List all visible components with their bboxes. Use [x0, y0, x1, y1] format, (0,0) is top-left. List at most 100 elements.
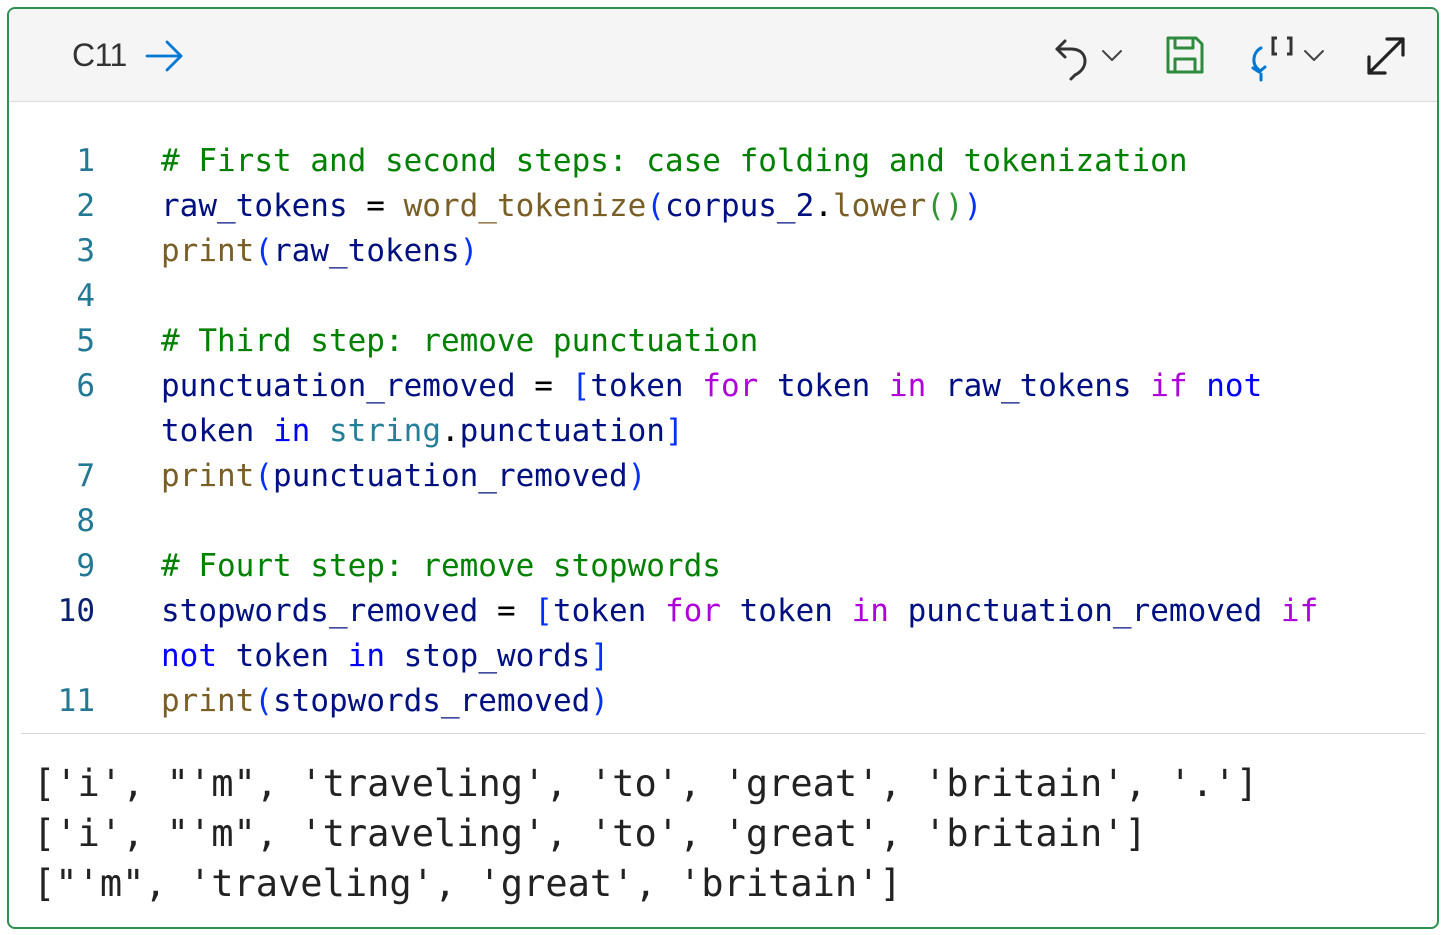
code-token: raw_tokens [273, 233, 460, 269]
code-line[interactable]: 5 # Third step: remove punctuation [9, 319, 1437, 364]
code-line[interactable]: 3 print(raw_tokens) [9, 229, 1437, 274]
cell-output: ['i', "'m", 'traveling', 'to', 'great', … [33, 759, 1258, 909]
line-number: 7 [76, 458, 95, 494]
code-token: raw_tokens [944, 368, 1132, 404]
code-text: print(punctuation_removed) [161, 454, 646, 499]
code-text: stopwords_removed = [token for token in … [161, 589, 1318, 634]
code-text: # First and second steps: case folding a… [161, 139, 1188, 184]
line-number: 6 [76, 368, 95, 404]
line-number: 9 [76, 548, 95, 584]
code-line[interactable]: 4 [9, 274, 1437, 319]
expand-icon[interactable] [1365, 35, 1407, 82]
code-token: # Fourt step: remove stopwords [161, 548, 721, 584]
line-number: 10 [57, 593, 95, 629]
code-token: lower [832, 188, 927, 224]
code-text: print(raw_tokens) [161, 229, 478, 274]
code-token: token [552, 593, 647, 629]
code-token: . [440, 413, 460, 449]
code-token: ] [590, 638, 609, 674]
code-token: ( [254, 683, 273, 719]
cell-header: C11 [9, 9, 1437, 102]
line-number: 1 [76, 143, 95, 179]
code-token: for [664, 593, 721, 629]
code-token: () [926, 188, 964, 224]
code-token: in [273, 413, 311, 449]
code-token: punctuation_removed [161, 368, 516, 404]
code-token: ] [664, 413, 684, 449]
line-number: 8 [76, 503, 95, 539]
save-icon[interactable] [1165, 35, 1205, 80]
code-token: punctuation [459, 413, 665, 449]
code-token: = [478, 593, 535, 629]
line-number: 4 [76, 278, 95, 314]
code-token: ) [590, 683, 609, 719]
undo-icon[interactable] [1051, 35, 1091, 88]
code-token: [ [571, 368, 591, 404]
code-line[interactable]: not token in stop_words] [9, 634, 1437, 679]
code-token: punctuation_removed [907, 593, 1263, 629]
code-token: punctuation_removed [273, 458, 628, 494]
code-token: in [851, 593, 889, 629]
code-line[interactable]: 10 stopwords_removed = [token for token i… [9, 589, 1437, 634]
code-token: ( [254, 233, 273, 269]
line-number: 11 [57, 683, 95, 719]
run-arrow-icon[interactable] [145, 39, 185, 78]
code-token: token [739, 593, 833, 629]
code-token: = [515, 368, 572, 404]
chevron-down-icon[interactable] [1303, 49, 1325, 68]
output-line: ['i', "'m", 'traveling', 'to', 'great', … [33, 762, 1259, 805]
code-line[interactable]: 8 [9, 499, 1437, 544]
code-token: token [235, 638, 329, 674]
code-line[interactable]: 6 punctuation_removed = [token for token … [9, 364, 1437, 409]
code-line[interactable]: 11 print(stopwords_removed) [9, 679, 1437, 724]
code-token: # Third step: remove punctuation [161, 323, 759, 359]
code-token: if [1280, 593, 1319, 629]
code-text: not token in stop_words] [161, 634, 609, 679]
code-token: stopwords_removed [273, 683, 591, 719]
code-line[interactable]: 2 raw_tokens = word_tokenize(corpus_2.low… [9, 184, 1437, 229]
code-line[interactable]: token in string.punctuation] [9, 409, 1437, 454]
chevron-down-icon[interactable] [1101, 49, 1123, 68]
output-line: ["'m", 'traveling', 'great', 'britain'] [33, 862, 902, 905]
code-token: corpus_2 [664, 188, 815, 224]
code-token: token [590, 368, 684, 404]
code-line[interactable]: 7 print(punctuation_removed) [9, 454, 1437, 499]
code-token: string [329, 413, 441, 449]
code-text: raw_tokens = word_tokenize(corpus_2.lowe… [161, 184, 982, 229]
code-token: for [702, 368, 759, 404]
code-token: raw_tokens [161, 188, 348, 224]
code-token: # First and second steps: case folding a… [161, 143, 1188, 179]
code-token: ) [459, 233, 479, 269]
code-line[interactable]: 9 # Fourt step: remove stopwords [9, 544, 1437, 589]
output-line: ['i', "'m", 'traveling', 'to', 'great', … [33, 812, 1147, 855]
code-token: in [888, 368, 927, 404]
reference-icon[interactable] [1247, 34, 1297, 87]
code-text: token in string.punctuation] [161, 409, 684, 454]
code-line[interactable]: 1 # First and second steps: case folding … [9, 139, 1437, 184]
code-token: ( [254, 458, 273, 494]
code-token: ) [963, 188, 983, 224]
code-token: [ [534, 593, 553, 629]
line-number: 3 [76, 233, 95, 269]
code-token: in [347, 638, 385, 674]
code-cell[interactable]: C11 1 # First and second steps: case fol… [7, 7, 1439, 929]
code-token: ) [627, 458, 647, 494]
line-number: 2 [76, 188, 95, 224]
code-token: not [1206, 368, 1263, 404]
code-token: stop_words [403, 638, 591, 674]
code-token: stopwords_removed [161, 593, 479, 629]
code-token: word_tokenize [403, 188, 647, 224]
code-token: print [161, 458, 255, 494]
